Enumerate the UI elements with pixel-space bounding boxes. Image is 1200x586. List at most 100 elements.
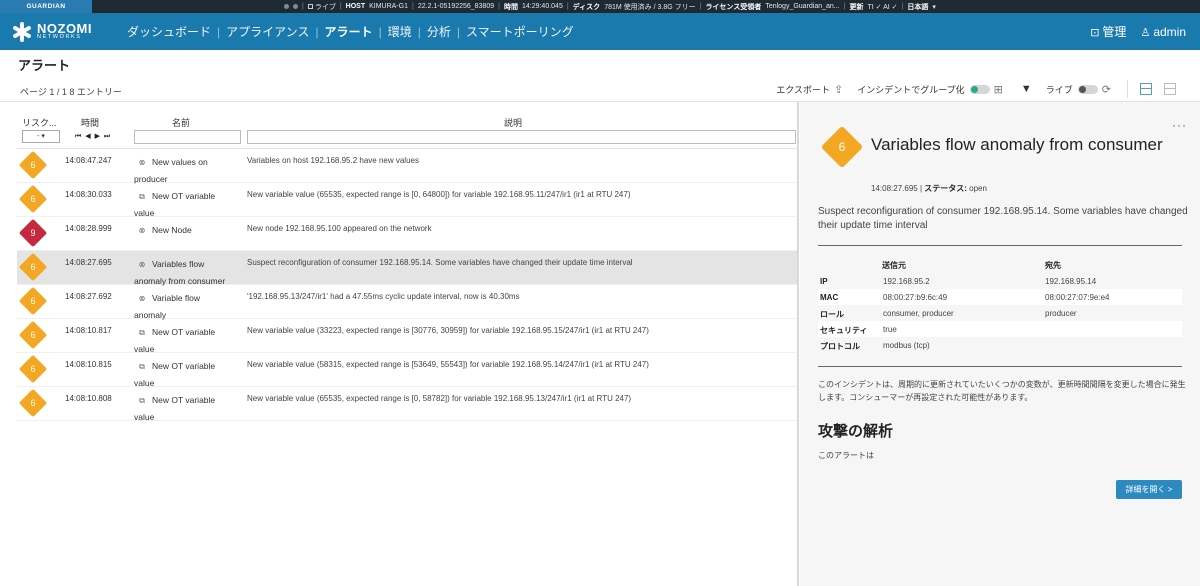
- table-row[interactable]: 6 14:08:27.692 ⊗ Variable flow anomaly '19…: [17, 285, 797, 320]
- row-time: 14:08:10.808: [65, 394, 112, 403]
- host-label: HOST: [345, 3, 366, 10]
- user-icon: ♙: [1140, 26, 1151, 39]
- detail-row-security: セキュリティ true: [818, 321, 1182, 337]
- row-time: 14:08:10.817: [65, 326, 112, 335]
- row-time: 14:08:27.692: [65, 292, 112, 301]
- nav-analysis[interactable]: 分析: [421, 23, 457, 40]
- guardian-brand: GUARDIAN: [0, 0, 92, 13]
- row-desc: New variable value (65535, expected rang…: [247, 190, 631, 199]
- col-desc[interactable]: 説明: [504, 116, 522, 129]
- row-desc: New variable value (33223, expected rang…: [247, 326, 649, 335]
- export-icon: ⇪: [833, 83, 844, 96]
- page-info: ページ 1 / 1 8 エントリー: [20, 87, 122, 97]
- row-name: New OT variable: [152, 395, 216, 405]
- alert-title: Variables flow anomaly from consumer: [871, 135, 1163, 154]
- nav-manage[interactable]: ⊡ 管理: [1090, 23, 1126, 40]
- nav-environment[interactable]: 環境: [382, 23, 418, 40]
- group-by-incident-toggle[interactable]: インシデントでグループ化 ⊞: [857, 83, 1003, 96]
- risk-value: 6: [30, 262, 36, 272]
- risk-value: 6: [30, 364, 36, 374]
- export-button[interactable]: エクスポート ⇪: [776, 83, 843, 96]
- nav-appliances[interactable]: アプライアンス: [220, 23, 315, 40]
- refresh-icon[interactable]: ⟳: [1102, 83, 1111, 96]
- nav-menu: ダッシュボード | アプライアンス | アラート | 環境 | 分析 | スマー…: [121, 23, 580, 40]
- update-value: TI ✓ AI ✓: [867, 3, 898, 11]
- license-label: ライセンス受領者: [705, 3, 762, 11]
- nav-user[interactable]: ♙ admin: [1140, 25, 1186, 39]
- name-filter-input[interactable]: [134, 130, 241, 144]
- disk-label: ディスク: [572, 3, 601, 11]
- row-time: 14:08:28.999: [65, 224, 112, 233]
- row-desc: New node 192.168.95.100 appeared on the …: [247, 224, 432, 233]
- detail-row-protocol: プロトコル modbus (tcp): [820, 341, 930, 351]
- risk-value: 9: [30, 228, 36, 238]
- alert-type-icon: ⧉: [139, 192, 145, 201]
- table-row[interactable]: 6 14:08:30.033 ⧉ New OT variable value New…: [17, 183, 797, 218]
- main-navbar: NOZOMI NETWORKS ダッシュボード | アプライアンス | アラート…: [0, 13, 1200, 50]
- open-details-button[interactable]: 詳細を開く >: [1116, 480, 1182, 499]
- alert-type-icon: ⊗: [138, 226, 146, 235]
- disk-value: 781M 使用済み / 3.8G フリー: [604, 3, 696, 11]
- row-time: 14:08:10.815: [65, 360, 112, 369]
- panel-divider[interactable]: [797, 102, 799, 586]
- row-name: Variables flow: [152, 259, 205, 269]
- risk-value: 6: [30, 296, 36, 306]
- table-row[interactable]: 6 14:08:47.247 ⊗ New values on producer Va…: [17, 149, 797, 184]
- alert-type-icon: ⧉: [139, 396, 145, 405]
- toolbar: エクスポート ⇪ インシデントでグループ化 ⊞ ▼ ライブ ⟳: [762, 80, 1176, 98]
- table-row-selected[interactable]: 6 14:08:27.695 ⊗ Variables flow anomaly fr…: [17, 251, 797, 286]
- col-name[interactable]: 名前: [172, 116, 190, 129]
- license-value: Tenlogy_Guardian_an...: [765, 3, 840, 10]
- row-name: New values on: [152, 157, 208, 167]
- row-name: New OT variable: [152, 361, 216, 371]
- risk-filter-select[interactable]: - ▾: [22, 130, 60, 143]
- logo-subtext: NETWORKS: [37, 34, 82, 41]
- live-toggle[interactable]: ライブ ⟳: [1046, 83, 1111, 96]
- col-risk[interactable]: リスク...: [22, 116, 57, 129]
- row-time: 14:08:27.695: [65, 258, 112, 267]
- desc-filter-input[interactable]: [247, 130, 796, 144]
- language-select[interactable]: 日本語: [907, 2, 928, 12]
- alert-type-icon: ⊗: [138, 158, 146, 167]
- alert-meta: 14:08:27.695 | ステータス: open: [871, 184, 987, 193]
- table-row[interactable]: 6 14:08:10.817 ⧉ New OT variable value New…: [17, 319, 797, 354]
- table-header: リスク... 時間 名前 説明 - ▾ ⏮ ◀ ▶ ⏭: [17, 102, 797, 149]
- col-time[interactable]: 時間: [81, 116, 99, 129]
- risk-value: 6: [838, 140, 846, 154]
- filter-button[interactable]: ▼: [1017, 83, 1032, 95]
- toggle-switch[interactable]: [1077, 84, 1098, 94]
- table-row[interactable]: 6 14:08:10.808 ⧉ New OT variable value New…: [17, 387, 797, 422]
- nav-dashboard[interactable]: ダッシュボード: [121, 23, 217, 40]
- live-icon: [307, 4, 313, 10]
- detail-row-ip: IP 192.168.95.2 192.168.95.14: [820, 277, 1097, 286]
- nav-smart-polling[interactable]: スマートポーリング: [460, 23, 580, 40]
- time-label: 時間: [503, 3, 518, 11]
- alert-time: 14:08:27.695: [871, 184, 918, 193]
- split-layout-icon[interactable]: [1140, 83, 1152, 95]
- table-layout-icon[interactable]: [1164, 83, 1176, 95]
- time-nav-controls[interactable]: ⏮ ◀ ▶ ⏭: [75, 132, 111, 141]
- row-name: Variable flow: [152, 293, 201, 303]
- dot-icon: [293, 4, 298, 9]
- detail-row-role: ロール consumer, producer producer: [820, 309, 1077, 319]
- table-row[interactable]: 6 14:08:10.815 ⧉ New OT variable value New…: [17, 353, 797, 388]
- status-bar: GUARDIAN | ライブ | HOST KIMURA-G1 | 22.2.1…: [0, 0, 1200, 13]
- risk-value: 6: [30, 398, 36, 408]
- alert-description: Suspect reconfiguration of consumer 192.…: [818, 206, 1188, 231]
- table-row[interactable]: 9 14:08:28.999 ⊗ New Node New node 192.16…: [17, 217, 797, 251]
- dot-icon: [284, 4, 289, 9]
- status-label: ステータス:: [924, 184, 967, 193]
- col-destination: 宛先: [1045, 261, 1061, 270]
- risk-value: 6: [30, 160, 36, 170]
- time-value: 14:29:40.045: [521, 3, 563, 10]
- alert-type-icon: ⊗: [138, 260, 146, 269]
- page-title: アラート: [18, 58, 71, 73]
- nozomi-logo[interactable]: NOZOMI NETWORKS: [11, 21, 111, 43]
- row-desc: Variables on host 192.168.95.2 have new …: [247, 156, 419, 165]
- live-status[interactable]: ライブ: [307, 2, 336, 12]
- manage-icon: ⊡: [1090, 27, 1100, 39]
- toggle-switch[interactable]: [969, 84, 990, 94]
- row-desc: '192.168.95.13/247/ir1' had a 47.55ms cy…: [247, 292, 520, 301]
- more-options-icon[interactable]: ···: [1172, 118, 1187, 132]
- nav-alerts[interactable]: アラート: [319, 23, 379, 40]
